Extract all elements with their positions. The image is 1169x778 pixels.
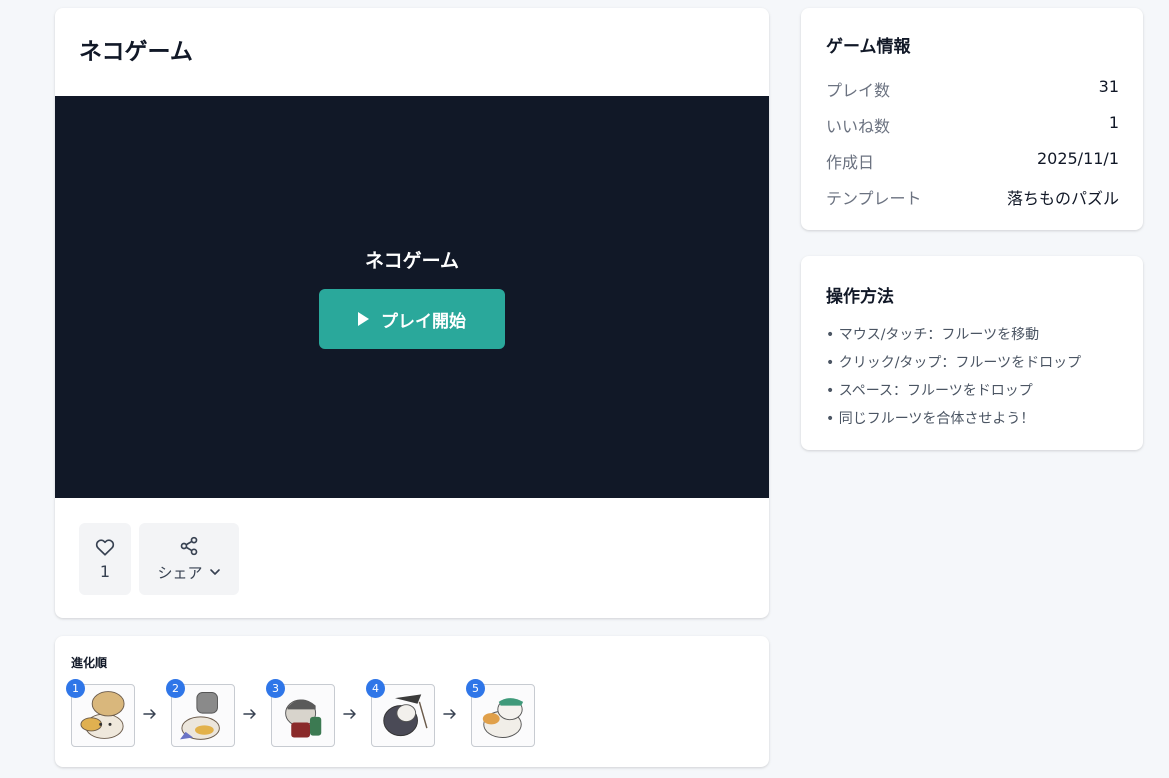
info-label: テンプレート [826, 189, 922, 208]
info-row-plays: プレイ数 31 [826, 77, 1119, 101]
evolution-item: 4 [366, 679, 435, 747]
evolution-item: 2 [166, 679, 235, 747]
evolution-item: 5 [466, 679, 535, 747]
game-canvas-title: ネコゲーム [364, 250, 460, 272]
arrow-right-icon [143, 709, 156, 719]
like-count: 1 [99, 561, 111, 581]
game-info-title: ゲーム情報 [826, 37, 911, 57]
arrow-right-icon [343, 709, 356, 719]
game-info-card: ゲーム情報 プレイ数 31 いいね数 1 作成日 2025/11/1 テンプレー… [801, 8, 1143, 230]
share-button[interactable]: シェア [139, 523, 239, 595]
game-card: ネコゲーム ネコゲーム プレイ開始 1 シェア [55, 8, 769, 618]
controls-title: 操作方法 [826, 287, 894, 307]
info-value: 落ちものパズル [1006, 189, 1119, 208]
info-row-template: テンプレート 落ちものパズル [826, 185, 1119, 209]
evolution-title: 進化順 [71, 656, 108, 670]
game-canvas[interactable]: ネコゲーム プレイ開始 [55, 96, 769, 498]
info-row-created: 作成日 2025/11/1 [826, 149, 1119, 173]
info-label: 作成日 [826, 153, 875, 172]
play-start-button[interactable]: プレイ開始 [319, 289, 505, 349]
arrow-right-icon [243, 709, 256, 719]
info-value: 2025/11/1 [1036, 149, 1119, 168]
evolution-card: 進化順 1 2 3 4 5 [55, 636, 769, 767]
play-start-label: プレイ開始 [381, 311, 466, 332]
page-title: ネコゲーム [79, 39, 193, 65]
evolution-item: 1 [66, 679, 135, 747]
info-row-likes: いいね数 1 [826, 113, 1119, 137]
info-label: プレイ数 [826, 81, 891, 100]
controls-card: 操作方法 • マウス/タッチ：フルーツを移動 • クリック/タップ：フルーツをド… [801, 256, 1143, 450]
info-value: 1 [1108, 113, 1119, 132]
evolution-number-badge: 4 [366, 679, 385, 698]
info-label: いいね数 [826, 117, 891, 136]
evolution-item: 3 [266, 679, 335, 747]
chevron-down-icon [209, 569, 220, 575]
control-instruction: • クリック/タップ：フルーツをドロップ [826, 355, 1082, 371]
info-value: 31 [1098, 77, 1119, 96]
control-instruction: • スペース：フルーツをドロップ [826, 383, 1033, 399]
like-button[interactable]: 1 [79, 523, 131, 595]
evolution-number-badge: 5 [466, 679, 485, 698]
control-instruction: • 同じフルーツを合体させよう！ [826, 411, 1035, 427]
evolution-number-badge: 3 [266, 679, 285, 698]
evolution-number-badge: 1 [66, 679, 85, 698]
share-label: シェア [157, 563, 203, 582]
evolution-number-badge: 2 [166, 679, 185, 698]
share-icon [180, 536, 198, 555]
control-instruction: • マウス/タッチ：フルーツを移動 [826, 327, 1040, 343]
play-icon [358, 312, 369, 326]
heart-icon [95, 538, 115, 556]
arrow-right-icon [443, 709, 456, 719]
